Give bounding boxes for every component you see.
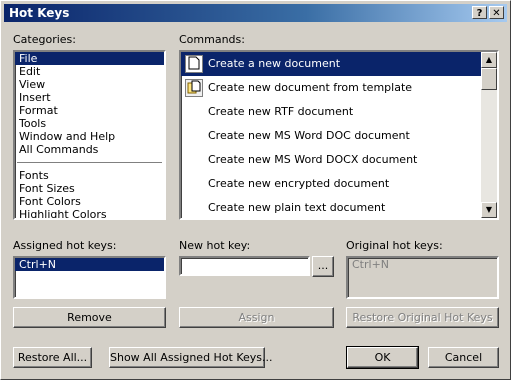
assigned-label: Assigned hot keys: [13, 239, 117, 252]
category-item[interactable]: View [15, 78, 164, 91]
command-item[interactable]: Create new encrypted document [181, 172, 481, 196]
original-hotkey-value: Ctrl+N [352, 258, 390, 271]
remove-button[interactable]: Remove [13, 307, 166, 328]
close-button[interactable]: ✕ [489, 6, 504, 19]
help-button[interactable]: ? [472, 6, 487, 19]
category-item[interactable]: All Commands [15, 143, 164, 156]
new-hotkey-input[interactable] [179, 256, 310, 276]
command-label: Create new MS Word DOC document [208, 129, 410, 142]
command-item[interactable]: Create new plain text document [181, 196, 481, 218]
restore-all-button[interactable]: Restore All... [13, 347, 92, 368]
commands-items: Create a new document Create new document… [181, 52, 481, 218]
command-label: Create new MS Word DOCX document [208, 153, 418, 166]
assigned-hotkey-item[interactable]: Ctrl+N [15, 258, 164, 271]
ok-button[interactable]: OK [346, 346, 419, 369]
dialog-title: Hot Keys [9, 6, 70, 20]
hot-keys-dialog: Hot Keys ? ✕ Categories: File Edit View Ins… [0, 0, 511, 380]
command-item[interactable]: Create a new document [181, 52, 481, 76]
command-label: Create a new document [208, 57, 341, 70]
command-label: Create new plain text document [208, 201, 386, 214]
assigned-hotkeys-list[interactable]: Ctrl+N [13, 256, 166, 299]
command-item[interactable]: Create new RTF document [181, 100, 481, 124]
command-label: Create new RTF document [208, 105, 354, 118]
category-item[interactable]: Font Colors [15, 195, 164, 208]
new-hotkey-label: New hot key: [179, 239, 251, 252]
commands-label: Commands: [179, 33, 245, 46]
categories-list[interactable]: File Edit View Insert Format Tools Window and … [13, 50, 166, 220]
category-item[interactable]: Window and Help [15, 130, 164, 143]
show-all-hotkeys-button[interactable]: Show All Assigned Hot Keys... [109, 347, 273, 368]
command-item[interactable]: Create new MS Word DOCX document [181, 148, 481, 172]
commands-list[interactable]: Create a new document Create new document… [179, 50, 499, 220]
category-item[interactable]: Highlight Colors [15, 208, 164, 218]
original-hotkeys-field: Ctrl+N [346, 256, 499, 299]
command-label: Create new document from template [208, 81, 413, 94]
scroll-up-button[interactable]: ▲ [481, 52, 497, 68]
template-document-icon [185, 79, 203, 97]
scroll-thumb[interactable] [481, 68, 497, 90]
new-document-icon [185, 55, 203, 73]
assign-button[interactable]: Assign [179, 307, 334, 328]
category-item[interactable]: Fonts [15, 169, 164, 182]
command-item[interactable]: Create new MS Word DOC document [181, 124, 481, 148]
commands-scrollbar[interactable]: ▲ ▼ [481, 52, 497, 218]
category-item[interactable]: Insert [15, 91, 164, 104]
cancel-button[interactable]: Cancel [428, 347, 499, 368]
restore-original-button[interactable]: Restore Original Hot Keys [346, 307, 499, 328]
category-item[interactable]: Edit [15, 65, 164, 78]
category-item[interactable]: Font Sizes [15, 182, 164, 195]
title-bar[interactable]: Hot Keys ? ✕ [4, 4, 507, 22]
scroll-down-button[interactable]: ▼ [481, 202, 497, 218]
browse-button[interactable]: ... [312, 256, 334, 277]
command-label: Create new encrypted document [208, 177, 390, 190]
categories-label: Categories: [13, 33, 76, 46]
original-hotkeys-label: Original hot keys: [346, 239, 443, 252]
category-item[interactable]: Tools [15, 117, 164, 130]
category-separator [17, 162, 162, 163]
command-item[interactable]: Create new document from template [181, 76, 481, 100]
category-item[interactable]: File [15, 52, 164, 65]
category-item[interactable]: Format [15, 104, 164, 117]
